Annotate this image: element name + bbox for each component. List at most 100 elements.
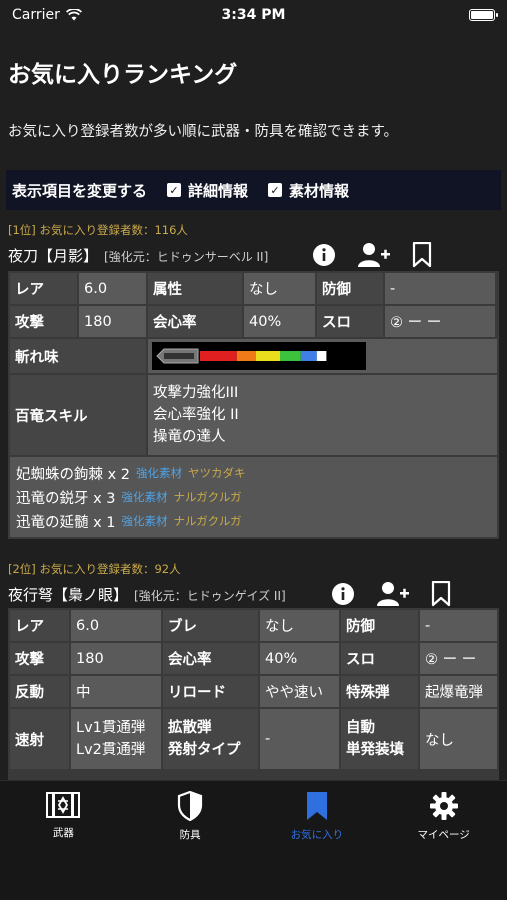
material-item: 迅竜の鋭牙 x 3 強化素材 ナルガクルガ — [16, 485, 491, 509]
spread-label-line: 拡散弾 — [168, 720, 212, 736]
detail-info-checkbox[interactable]: ✓ 詳細情報 — [167, 180, 248, 201]
stat-label: スロ — [317, 306, 383, 337]
sharpness-segment — [256, 351, 280, 361]
stat-label: 会心率 — [163, 643, 258, 674]
detail-info-label: 詳細情報 — [188, 181, 249, 200]
table-row: 攻撃 180 会心率 40% スロ ② ー ー — [10, 306, 497, 337]
stat-label: リロード — [163, 676, 258, 707]
weapon-name-text: 夜行弩【梟ノ眼】 — [8, 586, 129, 604]
stat-value: なし — [260, 610, 339, 641]
info-icon[interactable] — [331, 582, 355, 606]
table-row: 反動 中 リロード やや速い 特殊弾 起爆竜弾 — [10, 676, 497, 707]
skills-list: 攻撃力強化III 会心率強化 II 操竜の達人 — [148, 375, 497, 455]
material-info-checkbox[interactable]: ✓ 素材情報 — [268, 180, 349, 201]
weapon-stats-table: レア 6.0 属性 なし 防御 - 攻撃 180 会心率 40% スロ ② ー … — [8, 271, 499, 539]
material-category: 強化素材 — [136, 466, 183, 480]
tab-weapons[interactable]: 武器 — [0, 781, 127, 900]
rank-label: [2位] お気に入り登録者数：92人 — [8, 562, 181, 576]
weapon-name-text: 夜刀【月影】 — [8, 247, 99, 265]
tab-armor[interactable]: 防具 — [127, 781, 254, 900]
rank-label: [1位] お気に入り登録者数：116人 — [8, 223, 188, 237]
battery-icon — [469, 9, 498, 21]
sharpness-gauge — [152, 342, 366, 370]
skill-item: 会心率強化 II — [153, 407, 239, 423]
stat-value: 6.0 — [71, 610, 161, 641]
stat-value: 40% — [244, 306, 315, 337]
info-icon[interactable] — [312, 243, 336, 267]
tab-bar: 武器 防具 お気に入り マイページ — [0, 780, 507, 900]
auto-label-line: 自動 — [346, 720, 375, 736]
rapid-fire-values: Lv1貫通弾 Lv2貫通弾 — [71, 709, 161, 769]
page-description: お気に入り登録者数が多い順に武器・防具を確認できます。 — [8, 124, 399, 140]
page-title: お気に入りランキング — [8, 62, 238, 88]
auto-label-line: 単発装填 — [346, 742, 404, 758]
stat-value: やや速い — [260, 676, 339, 707]
rapid-fire-item: Lv1貫通弾 — [76, 720, 146, 736]
sharpness-cell — [148, 339, 497, 373]
item-actions — [331, 581, 451, 607]
material-source: ナルガクルガ — [173, 490, 242, 504]
armor-icon — [178, 791, 203, 821]
stat-value: なし — [244, 273, 315, 304]
material-source: ナルガクルガ — [173, 514, 242, 528]
bookmark-icon[interactable] — [431, 581, 451, 607]
stat-label: 特殊弾 — [341, 676, 418, 707]
sharpness-segment — [280, 351, 301, 361]
auto-reload-value: なし — [420, 709, 497, 769]
gear-icon — [429, 792, 458, 820]
add-user-icon[interactable] — [377, 581, 409, 607]
material-info-label: 素材情報 — [289, 181, 350, 200]
materials-list: 妃蜘蛛の鉤棘 x 2 強化素材 ヤツカダキ 迅竜の鋭牙 x 3 強化素材 ナルガ… — [10, 457, 497, 537]
display-options-bar: 表示項目を変更する ✓ 詳細情報 ✓ 素材情報 — [6, 170, 501, 210]
material-name: 迅竜の鋭牙 x 3 — [16, 490, 116, 507]
rapid-fire-item: Lv2貫通弾 — [76, 742, 146, 758]
tab-label: 防具 — [179, 829, 201, 841]
bookmark-icon[interactable] — [412, 242, 432, 268]
item-actions — [312, 242, 432, 268]
stat-value: ② ー ー — [385, 306, 495, 337]
stat-value: - — [420, 610, 497, 641]
weapon-name[interactable]: 夜行弩【梟ノ眼】 [強化元：ヒドゥンゲイズ II] — [8, 584, 286, 605]
stat-value: 起爆竜弾 — [420, 676, 497, 707]
add-user-icon[interactable] — [358, 242, 390, 268]
rapid-fire-label: 速射 — [10, 709, 69, 769]
display-options-label: 表示項目を変更する — [12, 181, 148, 200]
tab-favorites[interactable]: お気に入り — [254, 781, 381, 900]
sharpness-label: 斬れ味 — [10, 339, 146, 373]
stat-value: 40% — [260, 643, 339, 674]
stat-value: 180 — [71, 643, 161, 674]
stat-value: ② ー ー — [420, 643, 497, 674]
spread-label-line: 発射タイプ — [168, 742, 241, 758]
skill-item: 攻撃力強化III — [153, 385, 239, 401]
table-row: 斬れ味 — [10, 339, 497, 373]
stat-label: 会心率 — [148, 306, 242, 337]
stat-label: スロ — [341, 643, 418, 674]
checkmark-icon: ✓ — [167, 183, 182, 197]
sharpness-segment — [200, 351, 237, 361]
auto-reload-label: 自動 単発装填 — [341, 709, 418, 769]
tab-mypage[interactable]: マイページ — [380, 781, 507, 900]
material-name: 妃蜘蛛の鉤棘 x 2 — [16, 466, 131, 483]
material-source: ヤツカダキ — [188, 466, 246, 480]
spread-type-value: - — [260, 709, 339, 769]
weapon-base: [強化元：ヒドゥンサーベル II] — [104, 250, 269, 264]
skill-item: 操竜の達人 — [153, 429, 226, 445]
wifi-icon — [65, 9, 82, 21]
table-row: 速射 Lv1貫通弾 Lv2貫通弾 拡散弾 発射タイプ - 自動 単発装填 なし — [10, 709, 497, 769]
table-row: 攻撃 180 会心率 40% スロ ② ー ー — [10, 643, 497, 674]
table-row: レア 6.0 ブレ なし 防御 - — [10, 610, 497, 641]
material-name: 迅竜の延髄 x 1 — [16, 514, 116, 531]
weapon-stats-table: レア 6.0 ブレ なし 防御 - 攻撃 180 会心率 40% スロ ② ー … — [8, 608, 499, 780]
stat-label: 反動 — [10, 676, 69, 707]
sharpness-segment — [300, 351, 317, 361]
stat-label: 攻撃 — [10, 306, 77, 337]
stat-label: 属性 — [148, 273, 242, 304]
material-item: 妃蜘蛛の鉤棘 x 2 強化素材 ヤツカダキ — [16, 461, 491, 485]
material-category: 強化素材 — [121, 490, 168, 504]
stat-label: レア — [10, 610, 69, 641]
spread-type-label: 拡散弾 発射タイプ — [163, 709, 258, 769]
tab-label: マイページ — [417, 829, 470, 841]
checkmark-icon: ✓ — [268, 183, 283, 197]
weapon-name[interactable]: 夜刀【月影】 [強化元：ヒドゥンサーベル II] — [8, 245, 268, 266]
table-row: 百竜スキル 攻撃力強化III 会心率強化 II 操竜の達人 — [10, 375, 497, 455]
